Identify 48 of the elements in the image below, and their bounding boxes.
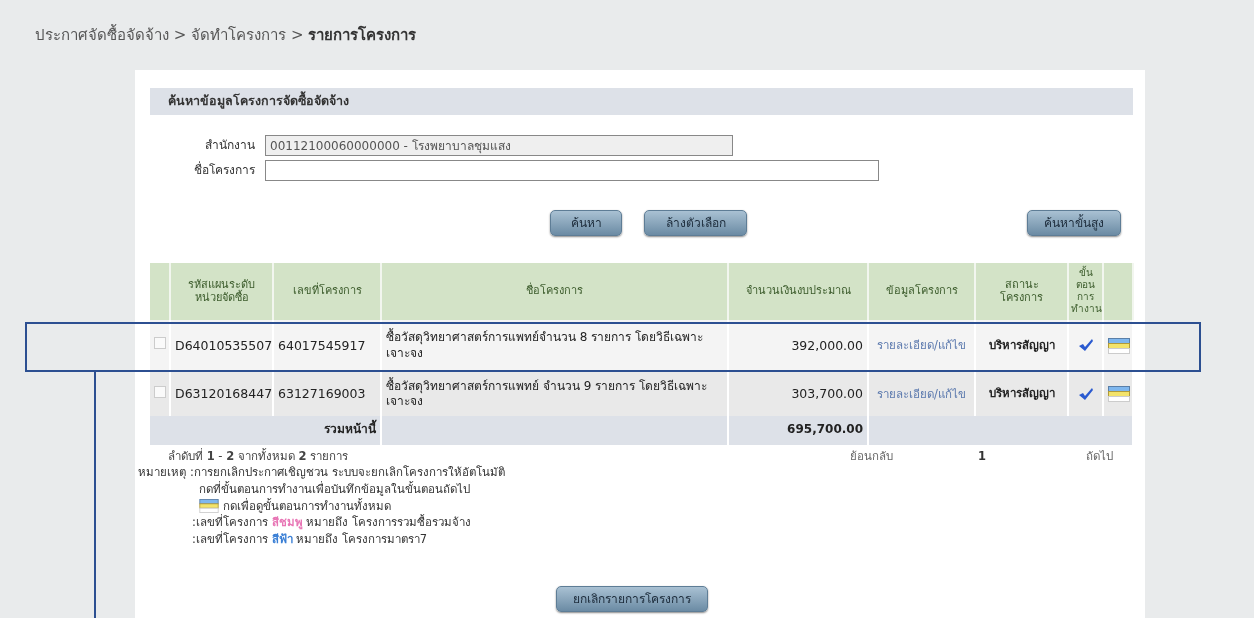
breadcrumb-link[interactable]: จัดทำโครงการ	[191, 26, 287, 44]
note-text: :เลขที่โครงการ สีฟ้า หมายถึง โครงการมาตรา7	[192, 531, 428, 548]
breadcrumb-link[interactable]: ประกาศจัดซื้อจัดจ้าง	[35, 26, 169, 44]
table-cell: ซื้อวัสดุวิทยาศาสตร์การแพทย์ จำนวน 9 รายการ โดยวิธีเฉพาะเจาะจง	[386, 378, 707, 409]
column-header: จำนวนเงินงบประมาณ	[728, 262, 868, 320]
column-header: ขั้นตอนการทำงาน	[1068, 262, 1103, 320]
input-field[interactable]	[265, 159, 879, 181]
status-text: บริหารสัญญา	[988, 386, 1055, 401]
breadcrumb-separator: >	[290, 26, 304, 44]
table-cell: 63127169003	[278, 386, 366, 402]
stacked-bars-icon[interactable]	[1108, 386, 1130, 403]
stacked-bars-icon	[199, 499, 219, 514]
note-text: :การยกเลิกประกาศเชิญชวน ระบบจะยกเลิกโครงการให้อัตโนมัติ	[190, 464, 505, 481]
note-text: กดเพื่อดูขั้นตอนการทำงานทั้งหมด	[223, 497, 391, 514]
table-cell: 64017545917	[278, 337, 366, 353]
checkmark-icon[interactable]	[1077, 338, 1094, 353]
breadcrumb-separator: >	[173, 26, 187, 44]
note-text: กดที่ขั้นตอนการทำงานเพื่อบันทึกข้อมูลในขั้นตอนถัดไป	[199, 481, 470, 498]
note-text: :เลขที่โครงการ สีชมพู หมายถึง โครงการรวมซื้อรวมจ้าง	[192, 514, 471, 531]
column-header: สถานะโครงการ	[975, 262, 1068, 320]
advanced-search-button[interactable]: ค้นหาขั้นสูง	[1027, 209, 1121, 236]
checkbox[interactable]	[154, 385, 166, 398]
summary-text: ลำดับที่ 1 - 2 จากทั้งหมด 2 รายการ	[168, 447, 349, 465]
column-header: เลขที่โครงการ	[273, 262, 381, 320]
breadcrumb-current: รายการโครงการ	[308, 26, 417, 44]
table-cell: D63120168447	[175, 386, 273, 402]
checkmark-icon[interactable]	[1077, 386, 1094, 401]
column-header: ชื่อโครงการ	[381, 262, 728, 320]
column-header: ข้อมูลโครงการ	[868, 262, 975, 320]
table-cell: 303,700.00	[791, 386, 863, 402]
checkbox[interactable]	[154, 337, 166, 350]
field-label: สำนักงาน	[204, 137, 255, 155]
clear-button[interactable]: ล้างตัวเลือก	[644, 209, 747, 236]
total-value: 695,700.00	[787, 422, 863, 437]
page-link[interactable]: 1	[978, 447, 986, 465]
previous-link[interactable]: ย้อนกลับ	[850, 447, 893, 465]
table-cell: 392,000.00	[791, 337, 863, 353]
status-text: บริหารสัญญา	[988, 337, 1055, 352]
table-cell: ซื้อวัสดุวิทยาศาสตร์การแพทย์จำนวน 8 รายการ โดยวิธีเฉพาะเจาะจง	[386, 330, 704, 360]
search-button[interactable]: ค้นหา	[550, 209, 622, 236]
stacked-bars-icon[interactable]	[1108, 337, 1130, 354]
table-cell: D64010535507	[175, 337, 273, 353]
next-link[interactable]: ถัดไป	[1086, 447, 1113, 465]
section-header: ค้นหาข้อมูลโครงการจัดซื้อจัดจ้าง	[150, 88, 1133, 115]
cancel-button[interactable]: ยกเลิกรายการโครงการ	[555, 585, 708, 612]
note-label: หมายเหตุ	[138, 464, 186, 482]
column-header: รหัสแผนระดับหน่วยจัดซื้อ	[170, 262, 273, 320]
field-label: ชื่อโครงการ	[193, 161, 255, 180]
